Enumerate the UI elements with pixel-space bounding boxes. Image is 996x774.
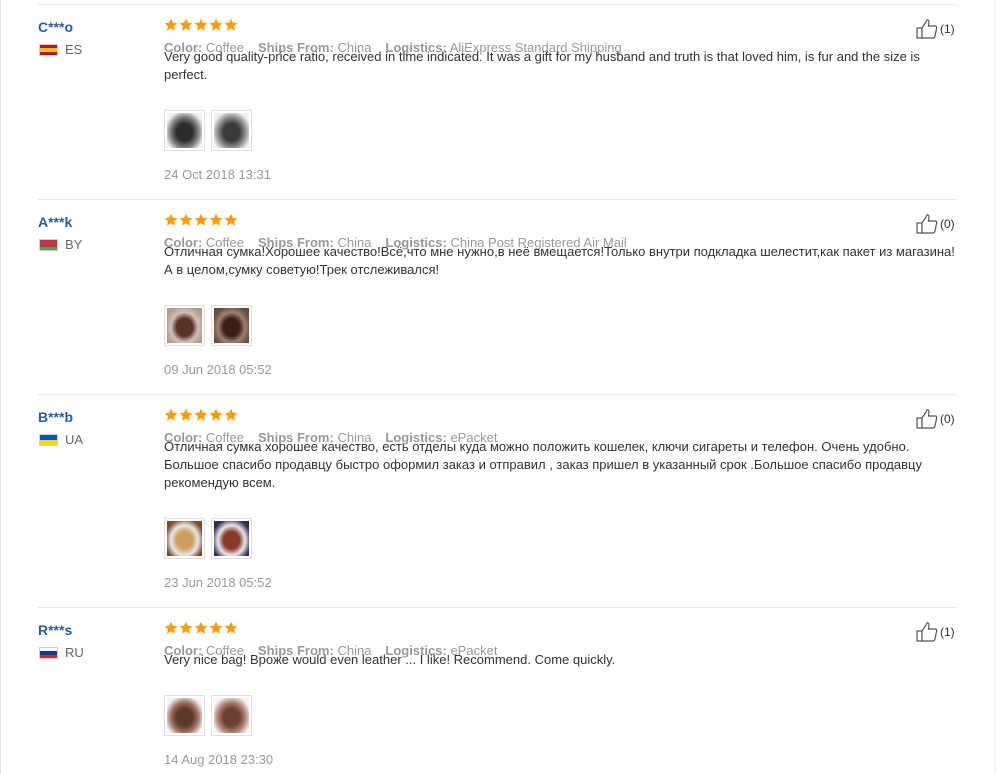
helpful-count: (1) — [940, 625, 955, 639]
reviewer-info: B***b UA — [38, 408, 83, 447]
star-icon — [179, 18, 193, 31]
review-text: Very nice bag! Вроже would even leather … — [164, 652, 616, 667]
thumbs-up-icon — [916, 19, 938, 39]
helpful-button[interactable]: (1) — [916, 19, 955, 39]
review-divider — [38, 199, 957, 200]
star-rating — [164, 408, 238, 424]
country-code: RU — [65, 645, 84, 660]
star-icon — [209, 621, 223, 634]
star-rating — [164, 213, 238, 229]
review-photos — [164, 518, 252, 559]
helpful-count: (1) — [940, 22, 955, 36]
helpful-count: (0) — [940, 217, 955, 231]
review-photo-thumbnail[interactable] — [164, 518, 205, 559]
star-rating — [164, 621, 238, 637]
country-code: ES — [65, 42, 83, 57]
thumbs-up-icon — [916, 622, 938, 642]
star-icon — [179, 213, 193, 226]
star-icon — [179, 621, 193, 634]
photo-image — [167, 521, 202, 556]
thumbs-up-icon — [916, 409, 938, 429]
star-icon — [164, 408, 178, 421]
helpful-button[interactable]: (1) — [916, 622, 955, 642]
helpful-count: (0) — [940, 412, 955, 426]
reviewer-country: RU — [39, 645, 119, 660]
reviewer-info: R***s RU — [38, 621, 84, 660]
review-photo-thumbnail[interactable] — [211, 305, 252, 346]
review-photo-thumbnail[interactable] — [164, 305, 205, 346]
star-rating — [164, 18, 238, 34]
star-icon — [209, 18, 223, 31]
reviewer-info: C***o ES — [38, 18, 82, 57]
review-text: Отличная сумка хорошее качество, есть от… — [164, 439, 922, 490]
review-divider — [38, 394, 957, 395]
photo-image — [214, 698, 249, 733]
country-flag-icon — [39, 434, 58, 446]
reviewer-country: BY — [39, 237, 119, 252]
review-photo-thumbnail[interactable] — [211, 518, 252, 559]
photo-image — [167, 698, 202, 733]
reviewer-name-link[interactable]: B***b — [38, 408, 73, 426]
flag-band — [40, 654, 57, 658]
review-photos — [164, 695, 252, 736]
reviewer-info: A***k BY — [38, 213, 82, 252]
review-date: 23 Jun 2018 05:52 — [164, 575, 272, 590]
star-icon — [209, 213, 223, 226]
star-icon — [224, 213, 238, 226]
reviewer-name-link[interactable]: A***k — [38, 213, 72, 231]
country-flag-icon — [39, 647, 58, 659]
star-icon — [194, 18, 208, 31]
review-photo-thumbnail[interactable] — [211, 110, 252, 151]
star-icon — [209, 408, 223, 421]
photo-image — [167, 308, 202, 343]
star-icon — [194, 621, 208, 634]
review-photos — [164, 110, 252, 151]
helpful-button[interactable]: (0) — [916, 409, 955, 429]
star-icon — [179, 408, 193, 421]
review-date: 09 Jun 2018 05:52 — [164, 362, 272, 377]
reviewer-country: ES — [39, 42, 119, 57]
reviewer-country: UA — [39, 432, 119, 447]
country-flag-icon — [39, 239, 58, 251]
photo-image — [167, 113, 202, 148]
frame-left-border — [0, 0, 1, 774]
flag-band — [40, 51, 57, 55]
review-text: Отличная сумка!Хорошее качество!Всё,что … — [164, 244, 955, 277]
review-photo-thumbnail[interactable] — [164, 110, 205, 151]
star-icon — [194, 213, 208, 226]
country-flag-icon — [39, 44, 58, 56]
review-photos — [164, 305, 252, 346]
review-photo-thumbnail[interactable] — [164, 695, 205, 736]
star-icon — [224, 621, 238, 634]
photo-image — [214, 308, 249, 343]
star-icon — [194, 408, 208, 421]
star-icon — [224, 18, 238, 31]
reviewer-name-link[interactable]: R***s — [38, 621, 72, 639]
review-divider — [38, 4, 957, 5]
star-icon — [164, 18, 178, 31]
star-icon — [164, 213, 178, 226]
review-date: 14 Aug 2018 23:30 — [164, 752, 274, 767]
star-icon — [164, 621, 178, 634]
thumbs-up-icon — [916, 214, 938, 234]
photo-image — [214, 521, 249, 556]
country-code: UA — [65, 432, 84, 447]
helpful-button[interactable]: (0) — [916, 214, 955, 234]
reviewer-name-link[interactable]: C***o — [38, 18, 73, 36]
country-code: BY — [65, 237, 83, 252]
photo-image — [214, 113, 249, 148]
star-icon — [224, 408, 238, 421]
review-photo-thumbnail[interactable] — [211, 695, 252, 736]
flag-band — [40, 440, 57, 445]
flag-band — [40, 246, 57, 250]
review-divider — [38, 607, 957, 608]
review-date: 24 Oct 2018 13:31 — [164, 167, 271, 182]
review-text: Very good quality-price ratio, received … — [164, 49, 920, 82]
